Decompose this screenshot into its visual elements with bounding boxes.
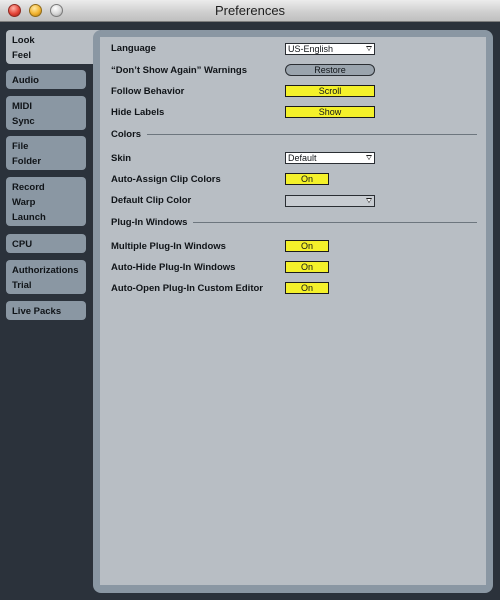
auto-assign-clip-colors-label: Auto-Assign Clip Colors bbox=[111, 174, 221, 185]
tab-label: Sync bbox=[12, 116, 35, 127]
skin-value: Default bbox=[288, 153, 317, 163]
tab-label: Live Packs bbox=[12, 306, 62, 317]
title-bar[interactable]: Preferences bbox=[0, 0, 500, 22]
default-clip-color-label: Default Clip Color bbox=[111, 195, 192, 206]
tab-label: Feel bbox=[12, 50, 32, 61]
auto-open-plugin-editor-label: Auto-Open Plug-In Custom Editor bbox=[111, 283, 263, 294]
auto-assign-clip-colors-toggle[interactable]: On bbox=[285, 173, 329, 185]
tab-label: MIDI bbox=[12, 101, 33, 112]
tab-live-packs[interactable]: Live Packs bbox=[6, 301, 86, 320]
tab-authorizations-trial[interactable]: Authorizations Trial bbox=[6, 260, 86, 294]
tab-record-warp-launch[interactable]: Record Warp Launch bbox=[6, 177, 86, 226]
chevron-down-icon bbox=[366, 46, 372, 51]
tab-label: Look bbox=[12, 35, 35, 46]
auto-hide-plugin-windows-toggle[interactable]: On bbox=[285, 261, 329, 273]
tab-look-feel[interactable]: Look Feel bbox=[6, 30, 100, 64]
tab-label: Authorizations bbox=[12, 265, 79, 276]
tab-audio[interactable]: Audio bbox=[6, 70, 86, 89]
tab-cpu[interactable]: CPU bbox=[6, 234, 86, 253]
multiple-plugin-windows-toggle[interactable]: On bbox=[285, 240, 329, 252]
multiple-plugin-windows-label: Multiple Plug-In Windows bbox=[111, 241, 226, 252]
section-divider bbox=[193, 222, 477, 223]
section-divider bbox=[147, 134, 477, 135]
default-clip-color-dropdown[interactable] bbox=[285, 195, 375, 207]
tab-label: Record bbox=[12, 182, 45, 193]
plugin-windows-section-title: Plug-In Windows bbox=[111, 217, 188, 228]
preferences-sidebar: Look Feel Audio MIDI Sync File Folder Re… bbox=[0, 22, 100, 600]
tab-label: File bbox=[12, 141, 29, 152]
hide-labels-toggle[interactable]: Show bbox=[285, 106, 375, 118]
auto-hide-plugin-windows-label: Auto-Hide Plug-In Windows bbox=[111, 262, 236, 273]
language-value: US-English bbox=[288, 44, 334, 54]
follow-behavior-label: Follow Behavior bbox=[111, 86, 185, 97]
tab-midi-sync[interactable]: MIDI Sync bbox=[6, 96, 86, 130]
tab-file-folder[interactable]: File Folder bbox=[6, 136, 86, 170]
auto-open-plugin-editor-toggle[interactable]: On bbox=[285, 282, 329, 294]
tab-label: Audio bbox=[12, 75, 39, 86]
language-label: Language bbox=[111, 43, 156, 54]
preferences-window: Preferences Look Feel Audio MIDI Sync Fi… bbox=[0, 0, 500, 600]
follow-behavior-toggle[interactable]: Scroll bbox=[285, 85, 375, 97]
dont-show-again-label: “Don’t Show Again” Warnings bbox=[111, 65, 247, 76]
tab-label: Trial bbox=[12, 280, 32, 291]
skin-dropdown[interactable]: Default bbox=[285, 152, 375, 164]
tab-label: Launch bbox=[12, 212, 46, 223]
chevron-down-icon bbox=[366, 155, 372, 160]
window-title: Preferences bbox=[214, 3, 286, 18]
language-dropdown[interactable]: US-English bbox=[285, 43, 375, 55]
hide-labels-label: Hide Labels bbox=[111, 107, 165, 118]
tab-label: CPU bbox=[12, 239, 33, 250]
tab-label: Folder bbox=[12, 156, 42, 167]
chevron-down-icon bbox=[366, 198, 372, 203]
skin-label: Skin bbox=[111, 153, 132, 164]
restore-warnings-button[interactable]: Restore bbox=[285, 64, 375, 76]
colors-section-title: Colors bbox=[111, 129, 142, 140]
look-feel-panel bbox=[100, 37, 486, 585]
tab-label: Warp bbox=[12, 197, 36, 208]
